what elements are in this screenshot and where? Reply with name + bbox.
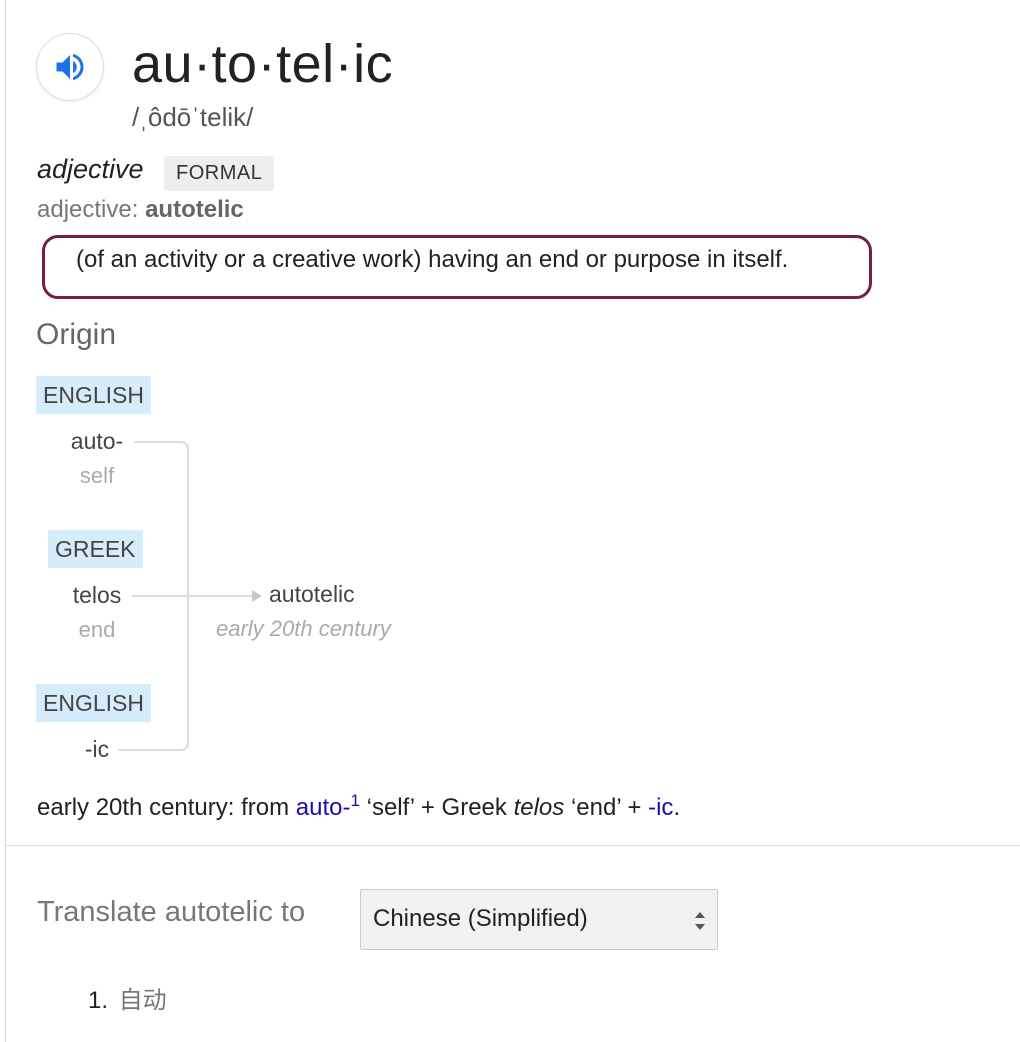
translation-result-number: 1.	[88, 987, 109, 1014]
etymology-seg1: ‘self’ + Greek	[366, 794, 507, 821]
etymology-result-word: autotelic	[269, 581, 355, 607]
section-divider	[5, 845, 1020, 846]
translate-label: Translate autotelic to	[37, 896, 306, 928]
link-auto[interactable]: auto-1	[296, 791, 360, 821]
translation-result-item: 1. 自动	[88, 980, 167, 1015]
etymology-greek-word: telos	[513, 794, 565, 821]
etymology-prefix: early 20th century: from	[37, 794, 290, 821]
arrow-right-icon	[252, 590, 262, 602]
select-arrows-icon	[695, 912, 705, 930]
etymology-seg2: ‘end’ +	[570, 794, 642, 821]
translation-result-text: 自动	[118, 987, 167, 1014]
etymology-text: early 20th century: from auto-1 ‘self’ +…	[37, 791, 680, 822]
etymology-end: .	[673, 794, 681, 821]
etymology-result-period: early 20th century	[216, 616, 391, 641]
etymology-connector-lines	[118, 441, 262, 751]
language-select-value: Chinese (Simplified)	[373, 905, 588, 932]
language-select[interactable]: Chinese (Simplified)	[360, 889, 718, 950]
link-ic[interactable]: -ic	[648, 794, 673, 821]
